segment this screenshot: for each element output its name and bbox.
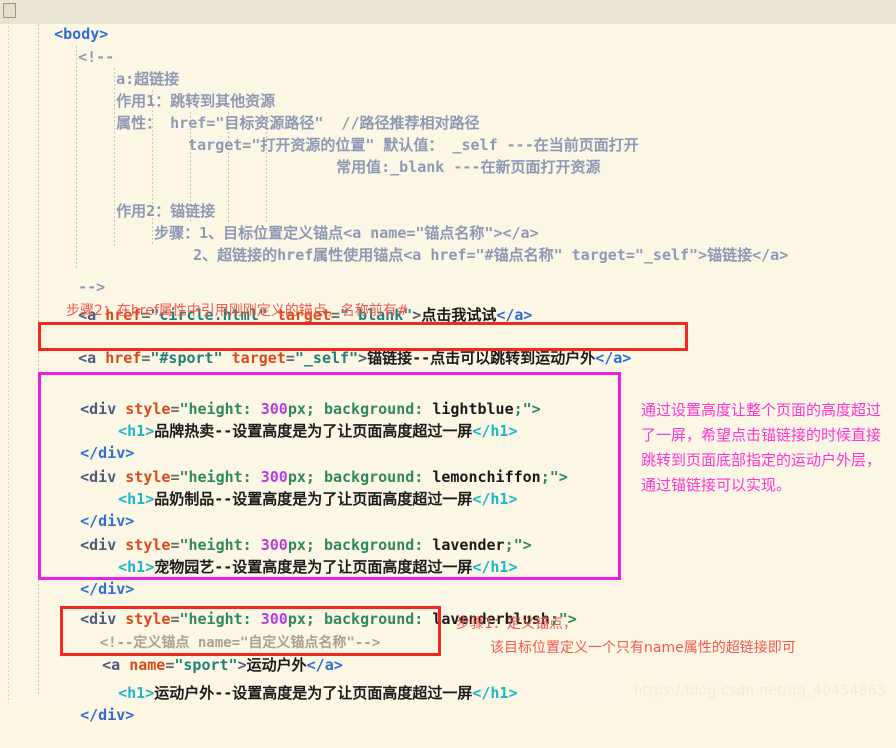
code-line-h1-3[interactable]: <h1>运动户外--设置高度是为了让页面高度超过一屏</h1> <box>82 660 517 702</box>
tag-close-bracket: > <box>412 306 422 324</box>
annotation-side-note: 通过设置高度让整个页面的高度超过了一屏，希望点击锚链接的时候直接跳转到页面底部指… <box>641 401 882 494</box>
h1-text: 品奶制品--设置高度是为了让页面高度超过一屏 <box>154 490 473 508</box>
code-line-comment-6[interactable]: 作用2：锚链接 <box>80 178 215 220</box>
code-line-comment-4[interactable]: target="打开资源的位置" 默认值： _self ---在当前页面打开 <box>152 112 639 154</box>
attr-value-target: "_self" <box>294 349 359 367</box>
code-line-body-tag[interactable]: <body> <box>18 1 108 43</box>
indent-guide <box>38 390 39 406</box>
code-line-div-close-2[interactable]: </div> <box>44 556 134 598</box>
code-line-comment-8[interactable]: 2、超链接的href属性使用锚点<a href="#锚点名称" target="… <box>157 222 788 264</box>
code-line-div-close-0[interactable]: </div> <box>44 420 134 462</box>
watermark-text: https://blog.csdn.net/qq_40454863 <box>633 683 886 699</box>
attr-target: target <box>231 349 286 367</box>
code-line-comment-5[interactable]: 常用值:_blank ---在新页面打开资源 <box>300 134 600 176</box>
code-line-div-open-1[interactable]: <div style="height: 300px; background: l… <box>44 444 568 486</box>
indent-guide <box>38 458 39 474</box>
h1-close-tag: </h1> <box>472 558 518 576</box>
h1-close-tag: </h1> <box>472 422 518 440</box>
code-line-comment-3[interactable]: 属性： href="目标资源路径" //路径推荐相对路径 <box>80 90 479 132</box>
code-line-link-sport[interactable]: <a href="#sport" target="_self">锚链接--点击可… <box>42 325 631 367</box>
code-line-comment-1[interactable]: a:超链接 <box>80 46 179 88</box>
comment-text: 2、超链接的href属性使用锚点<a href="#锚点名称" target="… <box>193 246 789 264</box>
h1-text: 宠物园艺--设置高度是为了让页面高度超过一屏 <box>154 558 473 576</box>
link-text: 点击我试试 <box>421 306 497 324</box>
h1-close-tag: </h1> <box>472 490 518 508</box>
code-fold-toggle-icon[interactable] <box>3 3 16 18</box>
code-line-comment-7[interactable]: 步骤：1、目标位置定义锚点<a name="锚点名称"></a> <box>118 200 539 242</box>
css-tail: ;"> <box>540 468 568 486</box>
code-line-div-open-3[interactable]: <div style="height: 300px; background: l… <box>44 586 577 628</box>
div-closing-tag: </div> <box>80 706 135 724</box>
attr-href: href <box>105 349 142 367</box>
tag-closing: </a> <box>496 306 533 324</box>
h1-text: 品牌热卖--设置高度是为了让页面高度超过一屏 <box>154 422 473 440</box>
code-line-h1-0[interactable]: <h1>品牌热卖--设置高度是为了让页面高度超过一屏</h1> <box>82 398 517 440</box>
code-line-anchor-def[interactable]: <a name="sport">运动户外</a> <box>66 632 343 674</box>
current-line-highlight <box>0 0 896 24</box>
code-line-h1-2[interactable]: <h1>宠物园艺--设置高度是为了让页面高度超过一屏</h1> <box>82 534 517 576</box>
code-line-div-close-3[interactable]: </div> <box>44 682 134 724</box>
indent-guide <box>38 24 39 696</box>
attr-value-href: "#sport" <box>150 349 223 367</box>
annotation-step1-line1: 步骤1：定义锚点， <box>456 616 577 632</box>
tag-close-bracket: > <box>358 349 368 367</box>
code-line-div-open-0[interactable]: <div style="height: 300px; background: l… <box>44 376 541 418</box>
code-line-h1-1[interactable]: <h1>品奶制品--设置高度是为了让页面高度超过一屏</h1> <box>82 466 517 508</box>
code-line-div-close-1[interactable]: </div> <box>44 488 134 530</box>
annotation-step2: 步骤2：在href属性中引用刚刚定义的锚点，名称前有# <box>66 303 409 319</box>
code-line-comment-open[interactable]: <!-- <box>42 24 114 66</box>
indent-guide <box>38 526 39 542</box>
indent-guide <box>38 660 39 676</box>
code-line-anchor-comment[interactable]: <!--定义锚点 name="自定义锚点名称"--> <box>66 610 380 651</box>
gutter-guide <box>8 18 9 703</box>
code-line-div-open-2[interactable]: <div style="height: 300px; background: l… <box>44 512 532 554</box>
link-text: 锚链接--点击可以跳转到运动户外 <box>367 349 596 367</box>
code-line-comment-close[interactable]: --> <box>42 254 105 296</box>
css-tail: ;"> <box>513 400 541 418</box>
equals-sign: = <box>285 349 295 367</box>
code-editor-canvas[interactable]: <body> <!-- a:超链接 作用1：跳转到其他资源 属性： href="… <box>0 0 896 724</box>
h1-close-tag: </h1> <box>472 684 518 702</box>
tag-closing: </a> <box>595 349 632 367</box>
annotation-step1-line2: 该目标位置定义一个只有name属性的超链接即可 <box>490 640 796 656</box>
code-line-comment-2[interactable]: 作用1：跳转到其他资源 <box>80 68 275 110</box>
indent-guide <box>76 46 77 268</box>
comment-text: 常用值:_blank ---在新页面打开资源 <box>336 158 601 176</box>
h1-text: 运动户外--设置高度是为了让页面高度超过一屏 <box>154 684 473 702</box>
tag-open-bracket: <a <box>78 349 106 367</box>
